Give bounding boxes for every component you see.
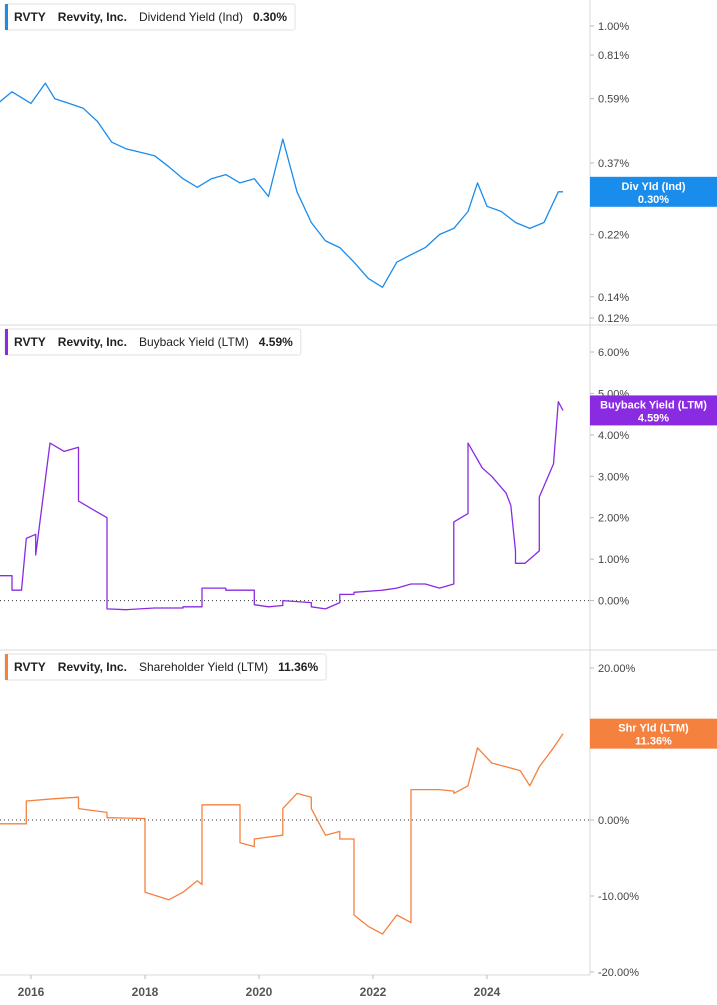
chart-panel-1: 1.00% 0.81% 0.59% 0.37% 0.22% 0.14% 0.12% Div Y… bbox=[0, 3, 717, 325]
legend-company: Revvity, Inc. bbox=[58, 335, 127, 349]
legend-header: RVTY Revvity, Inc. Shareholder Yield (LTM)… bbox=[4, 653, 327, 681]
y-tick-label: 0.00% bbox=[598, 815, 629, 827]
legend-metric: Shareholder Yield (LTM) bbox=[139, 660, 268, 674]
x-tick-label: 2018 bbox=[132, 985, 159, 999]
chart-root: 1.00% 0.81% 0.59% 0.37% 0.22% 0.14% 0.12% Div Y… bbox=[0, 0, 717, 999]
y-tick-label: 20.00% bbox=[598, 663, 636, 675]
legend-ticker: RVTY bbox=[14, 10, 46, 24]
y-tick-label: 0.12% bbox=[598, 313, 629, 325]
x-tick-label: 2020 bbox=[246, 985, 273, 999]
legend-metric: Dividend Yield (Ind) bbox=[139, 10, 243, 24]
value-badge-value: 4.59% bbox=[638, 412, 669, 424]
y-tick-label: 0.81% bbox=[598, 50, 629, 62]
x-tick-label: 2022 bbox=[360, 985, 387, 999]
legend-color-swatch bbox=[5, 654, 8, 680]
legend-header: RVTY Revvity, Inc. Buyback Yield (LTM) 4.59… bbox=[4, 328, 302, 356]
legend-header: RVTY Revvity, Inc. Dividend Yield (Ind) 0.3… bbox=[4, 3, 296, 31]
y-tick-label: 0.37% bbox=[598, 158, 629, 170]
y-tick-label: 4.00% bbox=[598, 430, 629, 442]
series-line bbox=[0, 401, 564, 611]
y-tick-label: 0.14% bbox=[598, 292, 629, 304]
x-tick-label: 2016 bbox=[18, 985, 45, 999]
y-tick-label: 0.00% bbox=[598, 596, 629, 608]
value-badge-value: 0.30% bbox=[638, 194, 669, 206]
value-badge-label: Shr Yld (LTM) bbox=[618, 723, 689, 735]
legend-color-swatch bbox=[5, 329, 8, 355]
y-tick-label: 6.00% bbox=[598, 347, 629, 359]
legend-metric: Buyback Yield (LTM) bbox=[139, 335, 249, 349]
legend-ticker: RVTY bbox=[14, 335, 46, 349]
legend-company: Revvity, Inc. bbox=[58, 660, 127, 674]
chart-panel-2: 6.00%5.00%4.00%3.00%2.00%1.00%0.00%Buyba… bbox=[0, 328, 717, 611]
legend-company: Revvity, Inc. bbox=[58, 10, 127, 24]
legend-color-swatch bbox=[5, 4, 8, 30]
value-badge-label: Div Yld (Ind) bbox=[622, 181, 686, 193]
y-tick-label: 3.00% bbox=[598, 471, 629, 483]
legend-value: 0.30% bbox=[253, 10, 287, 24]
legend-ticker: RVTY bbox=[14, 660, 46, 674]
y-tick-label: 1.00% bbox=[598, 554, 629, 566]
y-tick-label: 0.59% bbox=[598, 94, 629, 106]
legend-value: 11.36% bbox=[278, 660, 318, 674]
series-line bbox=[0, 733, 564, 935]
chart-panel-3: 20.00%10.00%0.00%-10.00%-20.00%Shr Yld (… bbox=[0, 653, 717, 979]
y-tick-label: -20.00% bbox=[598, 967, 639, 979]
y-tick-label: -10.00% bbox=[598, 891, 639, 903]
x-tick-label: 2024 bbox=[474, 985, 501, 999]
value-badge-value: 11.36% bbox=[635, 736, 672, 748]
value-badge-label: Buyback Yield (LTM) bbox=[600, 399, 707, 411]
y-tick-label: 1.00% bbox=[598, 21, 629, 33]
series-line bbox=[0, 82, 563, 288]
y-tick-label: 0.22% bbox=[598, 230, 629, 242]
y-tick-label: 2.00% bbox=[598, 513, 629, 525]
legend-value: 4.59% bbox=[259, 335, 293, 349]
